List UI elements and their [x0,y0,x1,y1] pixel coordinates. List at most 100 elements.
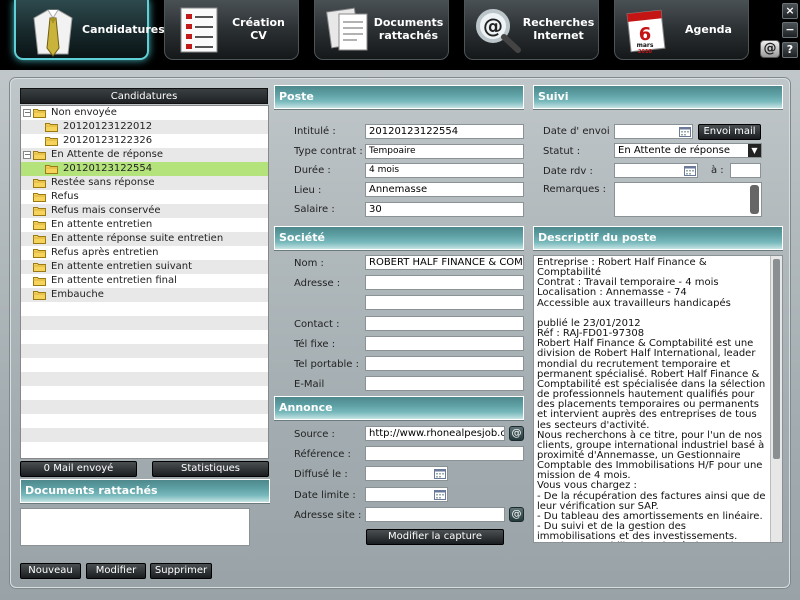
modify-capture-button[interactable]: Modifier la capture [366,529,504,545]
salaire-field[interactable]: 30 [365,202,524,217]
folder-icon [33,276,46,286]
tree-row-label: 20120123122326 [63,135,153,146]
statistics-button[interactable]: Statistiques [152,461,269,477]
date-rdv-field[interactable] [614,163,698,178]
envoi-mail-button[interactable]: Envoi mail [698,124,761,140]
mail-sent-button[interactable]: 0 Mail envoyé [20,461,137,477]
statut-select[interactable]: En Attente de réponse ▼ [614,143,762,158]
email-field[interactable] [365,376,524,391]
nom-field[interactable]: ROBERT HALF FINANCE & COMPTA [365,255,524,270]
tab-label: Recherches Internet [522,16,595,42]
adresse-site-label: Adresse site : [294,510,362,521]
calendar-picker-icon[interactable] [679,126,691,137]
folder-icon [45,136,58,146]
date-rdv-label: Date rdv : [543,166,593,177]
tree-expander-icon[interactable]: − [23,151,31,159]
calendar-picker-icon[interactable] [434,468,446,479]
remarques-label: Remarques : [543,184,607,195]
contact-label: Contact : [294,319,340,330]
tree-empty-row [21,428,268,442]
folder-icon [33,150,46,160]
adresse-field-2[interactable] [365,295,524,310]
documents-icon [323,4,373,54]
societe-section-header: Société [274,226,524,250]
tab-candidatures[interactable]: Candidatures [14,0,165,60]
contact-field[interactable] [365,316,524,331]
tree-row[interactable]: − Non envoyée [21,106,268,120]
delete-button[interactable]: Supprimer [150,563,212,579]
calendar-picker-icon[interactable] [684,165,696,176]
nom-label: Nom : [294,258,324,269]
adresse-field-1[interactable] [365,275,524,290]
modify-button[interactable]: Modifier [86,563,146,579]
tree-empty-row [21,400,268,414]
top-navigation-bar: Candidatures Création CV Documents ratta… [0,0,800,70]
tree-row[interactable]: 20120123122554 [21,162,268,176]
tree-empty-row [21,316,268,330]
tree-row[interactable]: 20120123122326 [21,134,268,148]
tree-empty-row [21,302,268,316]
tab-creation-cv[interactable]: Création CV [164,0,299,60]
tree-row-label: En attente entretien suivant [51,261,193,272]
tree-row[interactable]: Refus après entretien [21,246,268,260]
tree-row[interactable]: En attente entretien [21,218,268,232]
remarques-scrollbar[interactable] [750,185,759,214]
descriptif-textarea[interactable]: Entreprise : Robert Half Finance & Compt… [533,255,783,543]
tree-row[interactable]: Refus mais conservée [21,204,268,218]
descriptif-scrollbar[interactable] [770,256,782,542]
tree-row[interactable]: En attente entretien final [21,274,268,288]
tree-row[interactable]: En attente réponse suite entretien [21,232,268,246]
folder-icon [33,262,46,272]
diffuse-date-field[interactable] [365,466,448,481]
tel-portable-field[interactable] [365,356,524,371]
tree-row-label: 20120123122554 [63,163,153,174]
intitule-field[interactable]: 20120123122554 [365,124,524,139]
tree-row[interactable]: Restée sans réponse [21,176,268,190]
reference-field[interactable] [365,446,524,461]
tree-empty-row [21,372,268,386]
open-site-link-icon[interactable]: @ [509,507,524,522]
tree-row-label: En attente entretien final [51,275,177,286]
heure-field[interactable] [730,163,761,178]
tree-row-label: Non envoyée [51,107,117,118]
close-button[interactable]: × [782,3,798,19]
new-button[interactable]: Nouveau [20,563,81,579]
calendar-picker-icon[interactable] [434,489,446,500]
tree-empty-row [21,330,268,344]
minimize-button[interactable]: − [782,22,798,38]
calendar-month: mars [637,42,654,49]
descriptif-text: Entreprise : Robert Half Finance & Compt… [537,257,766,543]
tab-documents-rattaches[interactable]: Documents rattachés [314,0,449,60]
tel-fixe-label: Tél fixe : [294,339,336,350]
tree-row-label: En Attente de réponse [51,149,163,160]
folder-icon [45,122,58,132]
folder-icon [33,234,46,244]
date-limite-field[interactable] [365,487,448,502]
tel-fixe-field[interactable] [365,336,524,351]
remarques-field[interactable] [614,182,762,217]
documents-list[interactable] [20,508,250,546]
tree-row[interactable]: 20120123122012 [21,120,268,134]
candidatures-tree[interactable]: − Non envoyée 20120123122012 20120123122326… [20,105,269,459]
app-window: Candidatures Création CV Documents ratta… [0,0,800,600]
date-envoi-field[interactable] [614,124,693,139]
type-contrat-field[interactable]: Tempoaire [365,144,524,159]
open-source-link-icon[interactable]: @ [509,426,524,441]
adresse-site-field[interactable] [365,507,505,522]
tree-expander-icon[interactable]: − [23,109,31,117]
help-button[interactable]: ? [782,42,798,58]
tab-agenda[interactable]: 6 mars 2010 Agenda [614,0,749,60]
tree-row[interactable]: − En Attente de réponse [21,148,268,162]
tab-recherches-internet[interactable]: @ Recherches Internet [464,0,599,60]
duree-field[interactable]: 4 mois [365,163,524,178]
tree-row[interactable]: En attente entretien suivant [21,260,268,274]
lieu-field[interactable]: Annemasse [365,182,524,197]
statut-value: En Attente de réponse [618,145,730,156]
tree-row[interactable]: Embauche [21,288,268,302]
tree-header: Candidatures [20,88,268,104]
source-field[interactable]: http://www.rhonealpesjob.com [365,426,505,441]
scrollbar-thumb[interactable] [773,259,780,459]
at-icon-button[interactable]: @ [760,40,780,58]
dropdown-arrow-icon[interactable]: ▼ [748,144,761,157]
tree-row[interactable]: Refus [21,190,268,204]
